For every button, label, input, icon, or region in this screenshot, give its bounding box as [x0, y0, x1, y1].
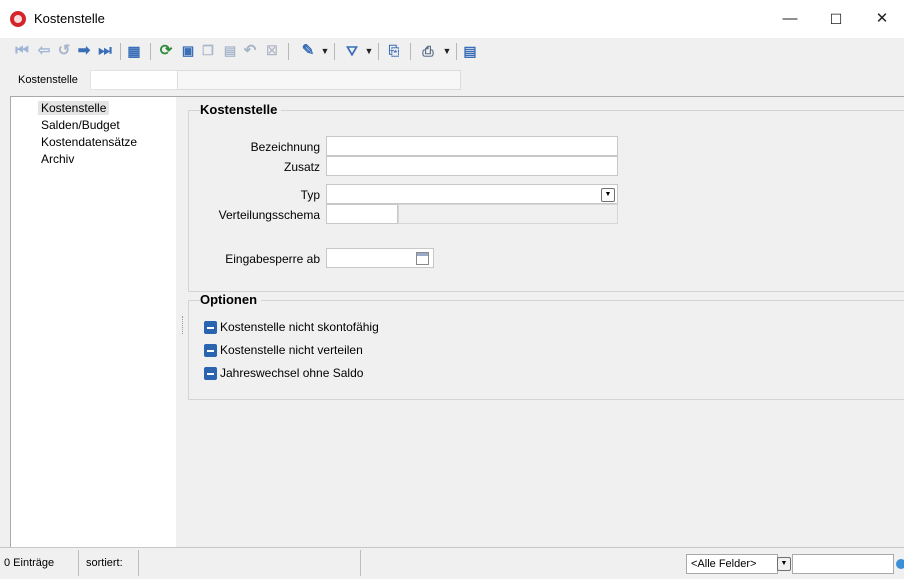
calendar-icon[interactable]	[416, 252, 429, 265]
search-label: Kostenstelle	[18, 74, 78, 86]
minimize-button[interactable]: —	[768, 6, 812, 32]
splitter-grip[interactable]	[182, 316, 186, 334]
field-filter-select[interactable]: <Alle Felder>	[686, 554, 778, 574]
jahreswechsel-label[interactable]: Jahreswechsel ohne Saldo	[220, 366, 363, 380]
title-bar: Kostenstelle — ☐ ✕	[0, 0, 904, 38]
bezeichnung-field[interactable]	[326, 136, 618, 156]
toolbar-separator	[456, 43, 457, 60]
calculator-icon[interactable]: ▤	[460, 41, 480, 61]
status-bar: 0 Einträge sortiert: <Alle Felder> ▼	[0, 547, 904, 579]
copy-record-icon[interactable]: ❐	[198, 41, 218, 61]
jahreswechsel-checkbox[interactable]	[204, 367, 217, 380]
table-view-icon[interactable]: ▦	[124, 41, 144, 61]
cancel-icon[interactable]: ↶	[240, 41, 260, 61]
nav-item-kostenstelle[interactable]: Kostenstelle	[38, 101, 110, 115]
filter-icon[interactable]: ⛛	[342, 41, 362, 61]
skontofaehig-label[interactable]: Kostenstelle nicht skontofähig	[220, 320, 379, 334]
nav-item-archiv[interactable]: Archiv	[41, 152, 74, 166]
nicht-verteilen-label[interactable]: Kostenstelle nicht verteilen	[220, 343, 363, 357]
chevron-down-icon[interactable]: ▼	[777, 557, 791, 571]
window-title: Kostenstelle	[34, 11, 105, 26]
eingabesperre-date-field[interactable]	[326, 248, 434, 268]
pin-icon[interactable]: ✎	[298, 41, 318, 61]
search-input[interactable]	[90, 70, 178, 90]
bezeichnung-label: Bezeichnung	[250, 140, 320, 154]
app-window: Kostenstelle — ☐ ✕ ⏮ ⇦ ↺ ➡ ⏭ ▦ ⟳ ▣ ❐ ▤ ↶…	[0, 0, 904, 579]
zusatz-label: Zusatz	[283, 160, 320, 174]
toolbar-separator	[334, 43, 335, 60]
verteilungsschema-label: Verteilungsschema	[218, 208, 320, 222]
search-row: Kostenstelle	[0, 66, 904, 94]
print-icon[interactable]: ⎙	[418, 41, 438, 61]
new-record-icon[interactable]: ▣	[178, 41, 198, 61]
delete-icon[interactable]: ☒	[262, 41, 282, 61]
toolbar-separator	[150, 43, 151, 60]
optionen-group-title: Optionen	[200, 292, 262, 307]
next-record-icon[interactable]: ➡	[74, 41, 94, 61]
select-icon[interactable]: ⎘	[384, 41, 404, 61]
search-description-field	[177, 70, 461, 90]
app-logo-icon	[10, 11, 26, 27]
eingabesperre-label: Eingabesperre ab	[225, 252, 320, 266]
record-count: 0 Einträge	[0, 550, 79, 576]
nav-item-salden-budget[interactable]: Salden/Budget	[41, 118, 120, 132]
toolbar: ⏮ ⇦ ↺ ➡ ⏭ ▦ ⟳ ▣ ❐ ▤ ↶ ☒ ✎ ▼ ⛛ ▼ ⎘ ⎙ ▼ ▤	[0, 38, 904, 65]
save-icon[interactable]: ▤	[220, 41, 240, 61]
toolbar-separator	[410, 43, 411, 60]
refresh-icon[interactable]: ⟳	[156, 41, 176, 61]
nav-item-kostendatensaetze[interactable]: Kostendatensätze	[41, 135, 137, 149]
typ-label: Typ	[300, 188, 320, 202]
nicht-verteilen-checkbox[interactable]	[204, 344, 217, 357]
maximize-button[interactable]: ☐	[814, 6, 858, 32]
verteilungsschema-description	[398, 204, 618, 224]
verteilungsschema-field[interactable]	[326, 204, 398, 224]
undo-icon[interactable]: ↺	[54, 41, 74, 61]
prev-record-icon[interactable]: ⇦	[34, 41, 54, 61]
toolbar-separator	[120, 43, 121, 60]
filter-dropdown-icon[interactable]: ▼	[364, 41, 374, 61]
sort-value	[140, 550, 361, 576]
search-icon[interactable]	[896, 559, 904, 569]
close-button[interactable]: ✕	[860, 6, 904, 32]
toolbar-separator	[288, 43, 289, 60]
toolbar-separator	[378, 43, 379, 60]
section-nav: Kostenstelle Salden/Budget Kostendatensä…	[10, 96, 177, 549]
skontofaehig-checkbox[interactable]	[204, 321, 217, 334]
print-dropdown-icon[interactable]: ▼	[442, 41, 452, 61]
chevron-down-icon[interactable]: ▼	[601, 188, 615, 202]
last-record-icon[interactable]: ⏭	[95, 41, 115, 61]
sort-label: sortiert:	[82, 550, 139, 576]
typ-select[interactable]: ▼	[326, 184, 618, 204]
kostenstelle-group-title: Kostenstelle	[200, 102, 282, 117]
zusatz-field[interactable]	[326, 156, 618, 176]
pin-dropdown-icon[interactable]: ▼	[320, 41, 330, 61]
filter-input[interactable]	[792, 554, 894, 574]
first-record-icon[interactable]: ⏮	[12, 41, 32, 61]
